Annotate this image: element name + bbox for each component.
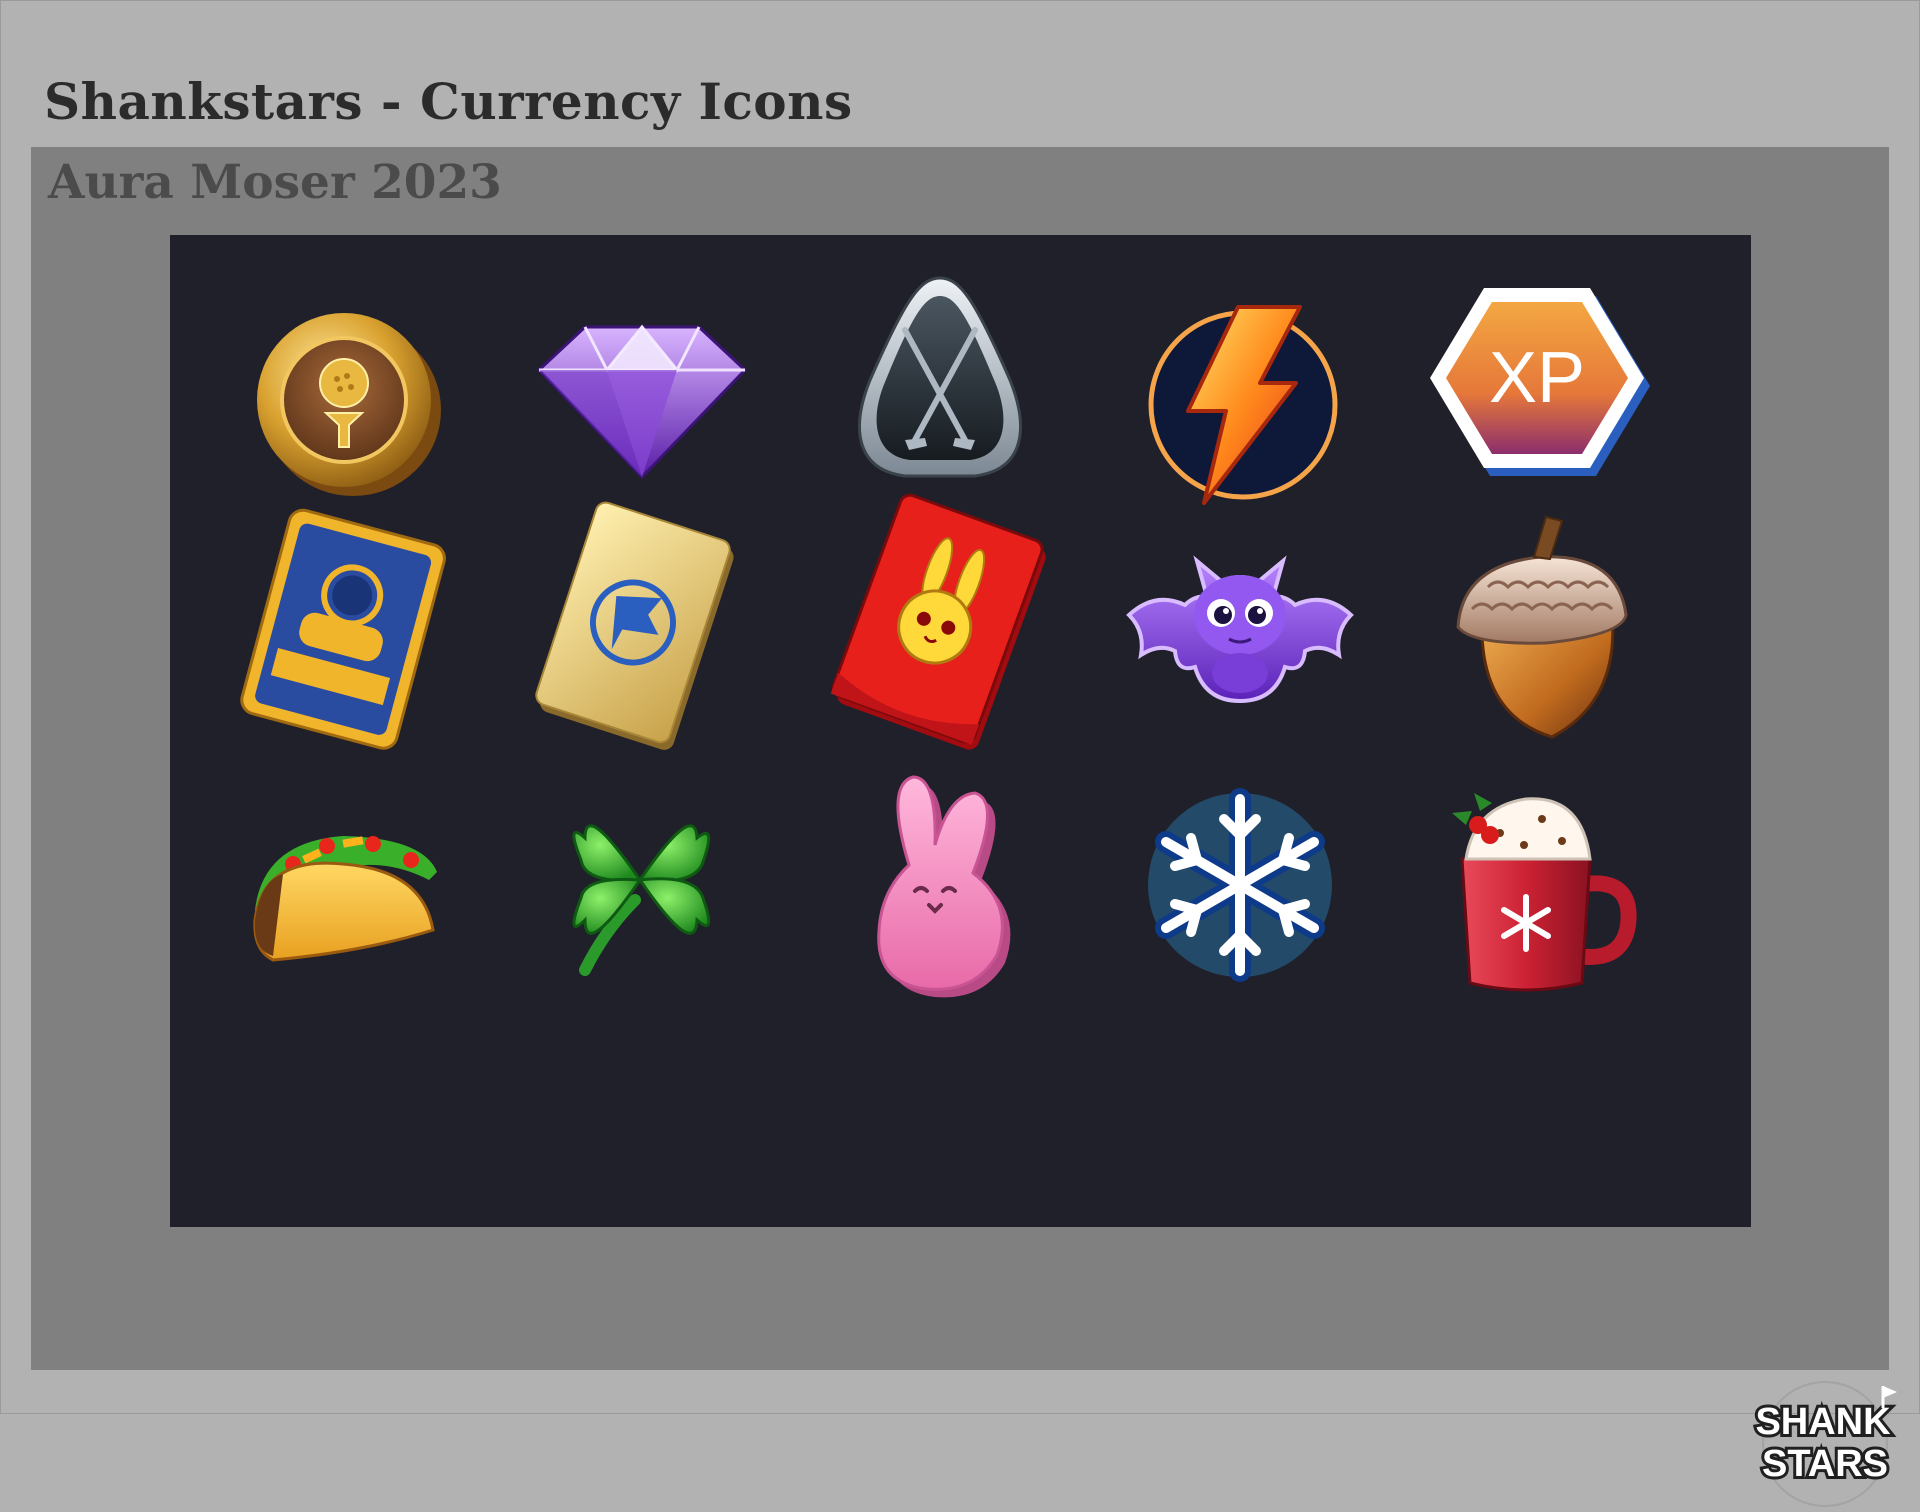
author-credit: Aura Moser 2023 <box>48 155 502 210</box>
acorn-icon <box>1422 505 1652 755</box>
golf-clubs-badge-icon <box>825 270 1055 520</box>
flag-icon <box>1883 1386 1897 1398</box>
icon-board: XP <box>170 235 1751 1227</box>
four-leaf-clover-icon <box>525 760 755 1010</box>
purple-gem-icon <box>527 275 757 525</box>
purple-bat-icon <box>1125 505 1355 755</box>
taco-icon <box>233 760 463 1010</box>
golden-ticket-icon <box>525 501 755 755</box>
gold-coin-icon <box>231 275 461 525</box>
pink-bunny-marshmallow-icon <box>825 755 1055 1005</box>
lightning-energy-icon <box>1128 275 1358 525</box>
hot-cocoa-mug-icon <box>1422 755 1652 1005</box>
shankstars-logo: SHANK STARS <box>1743 1372 1903 1512</box>
logo-line-2: STARS <box>1762 1443 1888 1485</box>
logo-line-1: SHANK <box>1755 1401 1891 1443</box>
content-panel: Aura Moser 2023 XP SHANK STARS <box>31 147 1897 1507</box>
xp-label: XP <box>1489 338 1585 418</box>
snowflake-icon <box>1125 760 1355 1010</box>
xp-hexagon-icon: XP <box>1422 270 1652 520</box>
red-envelope-rabbit-icon <box>825 493 1055 755</box>
player-card-icon <box>231 505 461 755</box>
page-title: Shankstars - Currency Icons <box>44 72 853 131</box>
